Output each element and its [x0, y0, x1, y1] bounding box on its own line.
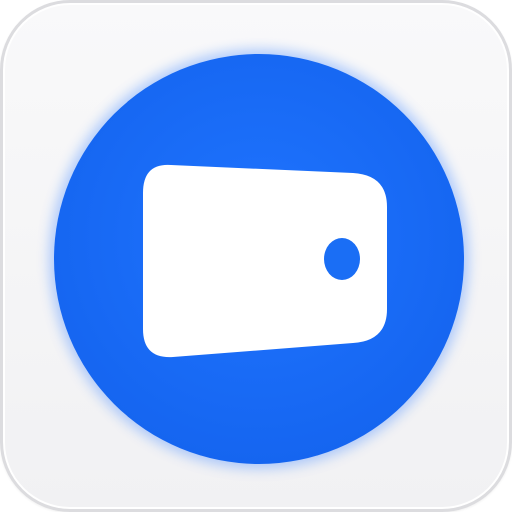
wallet-icon: [49, 49, 469, 469]
wallet-clasp: [324, 238, 360, 280]
app-icon[interactable]: [0, 0, 512, 512]
icon-frame: [0, 0, 512, 512]
